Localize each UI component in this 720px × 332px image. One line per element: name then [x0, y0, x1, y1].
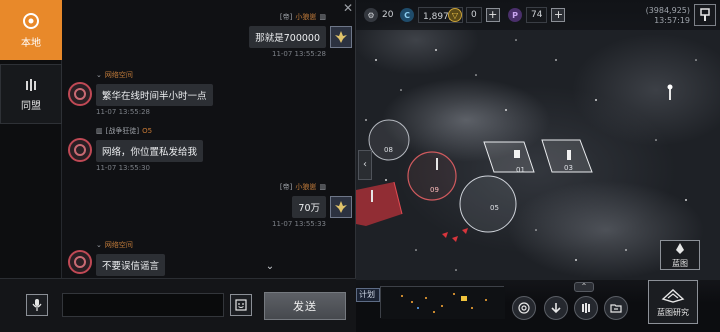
- planet-label: 03: [564, 164, 573, 172]
- message-bubble[interactable]: 70万: [292, 196, 326, 218]
- gold-icon: ▽: [448, 8, 462, 22]
- crystal-value: 74: [531, 10, 543, 20]
- planet-label: 09: [430, 186, 439, 194]
- chat-message-input[interactable]: [62, 293, 224, 317]
- energy-value: 20: [382, 10, 394, 20]
- avatar-ring-icon: [74, 144, 86, 156]
- download-button[interactable]: [544, 296, 568, 320]
- galaxy-button[interactable]: [512, 296, 536, 320]
- alliance-button[interactable]: [574, 296, 598, 320]
- chevron-down-icon: ⌄: [96, 241, 102, 249]
- list-item: ⌄ 网络空间 繁华在线时间半小时一点 11-07 13:55:28: [96, 70, 213, 116]
- minimap[interactable]: [380, 286, 505, 319]
- folder-icon: [610, 304, 622, 313]
- message-time: 11-07 13:55:28: [271, 50, 326, 58]
- message-time: 11-07 13:55:33: [271, 220, 326, 228]
- alliance-icon: [582, 303, 590, 313]
- sender-name[interactable]: 小狼崽: [295, 12, 316, 22]
- message-time: 11-07 13:55:28: [96, 108, 151, 116]
- alliance-icon: ▥: [96, 127, 103, 135]
- avatar[interactable]: [68, 82, 92, 106]
- gold-value: 0: [471, 10, 477, 20]
- emoji-button[interactable]: [230, 294, 252, 316]
- game-screen: 08 09 05 01 03 ⚙ 20 C 1,897万 ▽ 0 + P 74 …: [0, 0, 720, 332]
- ship-emblem-icon: [335, 201, 347, 213]
- plan-tab[interactable]: 计划: [356, 288, 380, 302]
- map-coordinates: (3984,925) 13:57:19: [646, 6, 690, 26]
- clock-text: 13:57:19: [654, 16, 690, 25]
- resource-crystal: P 74 +: [508, 6, 566, 24]
- collapse-chat-handle[interactable]: ‹: [358, 150, 372, 180]
- avatar[interactable]: [68, 138, 92, 162]
- local-icon: [23, 12, 39, 29]
- emoji-icon: [235, 299, 247, 311]
- minimap-canvas: [381, 287, 505, 319]
- alliance-icon: [26, 78, 36, 91]
- sender-name[interactable]: 小狼崽: [295, 182, 316, 192]
- credits-icon: C: [400, 8, 414, 22]
- message-bubble[interactable]: 不要误信谣言: [96, 254, 166, 276]
- message-time: 11-07 13:55:30: [96, 164, 151, 172]
- list-item: [帝] 小狼崽 ▥ 那就是700000 11-07 13:55:28: [249, 12, 326, 58]
- list-item: [帝] 小狼崽 ▥ 70万 11-07 13:55:33: [272, 182, 326, 228]
- message-bubble[interactable]: 网络，你位置私发给我: [96, 140, 204, 162]
- map-marker-button[interactable]: [694, 4, 716, 26]
- tab-alliance[interactable]: 同盟: [0, 64, 62, 124]
- alliance-icon: ▥: [319, 183, 326, 191]
- blueprint-label: 蓝图: [672, 258, 688, 268]
- sender-name[interactable]: O5: [142, 127, 152, 135]
- chat-panel: 本地 同盟 ✕ [帝] 小狼崽 ▥ 那就是700000 11-07 13:55:…: [0, 0, 356, 332]
- sender-tag: [帝]: [279, 183, 293, 191]
- avatar-ring-icon: [74, 88, 86, 100]
- avatar[interactable]: [330, 26, 352, 48]
- coordinates-text: (3984,925): [645, 6, 690, 15]
- message-bubble[interactable]: 那就是700000: [249, 26, 326, 48]
- tab-alliance-label: 同盟: [21, 100, 41, 112]
- list-item: ⌄ 网络空间 不要误信谣言: [96, 240, 166, 276]
- send-button-label: 发送: [293, 300, 317, 313]
- planet-label: 05: [490, 204, 499, 212]
- planet-label: 01: [516, 166, 525, 174]
- add-gold-button[interactable]: +: [485, 8, 500, 22]
- message-list[interactable]: [帝] 小狼崽 ▥ 那就是700000 11-07 13:55:28 ⌄ 网络空…: [62, 0, 356, 278]
- ship-emblem-icon: [335, 31, 347, 43]
- blueprint-button[interactable]: 蓝图: [660, 240, 700, 270]
- avatar[interactable]: [330, 196, 352, 218]
- expand-toolbar-button[interactable]: ⌃: [574, 282, 594, 292]
- add-crystal-button[interactable]: +: [551, 8, 566, 22]
- folder-button[interactable]: [604, 296, 628, 320]
- blueprint-research-label: 蓝图研究: [657, 307, 689, 317]
- message-bubble[interactable]: 繁华在线时间半小时一点: [96, 84, 213, 106]
- planet-label: 08: [384, 146, 393, 154]
- alliance-icon: ▥: [319, 13, 326, 21]
- voice-button[interactable]: [26, 294, 48, 316]
- blueprint-research-icon: [661, 288, 685, 303]
- crystal-icon: P: [508, 8, 522, 22]
- galaxy-icon: [518, 302, 530, 314]
- marker-icon: [700, 8, 710, 21]
- list-item: ▥ [战争狂徒] O5 网络，你位置私发给我 11-07 13:55:30: [96, 126, 204, 172]
- tab-local-label: 本地: [21, 37, 41, 49]
- chevron-down-icon: ⌄: [96, 71, 102, 79]
- sender-name[interactable]: 网络空间: [105, 240, 133, 250]
- resource-energy: ⚙ 20: [364, 6, 393, 24]
- avatar[interactable]: [68, 250, 92, 274]
- arrow-down-icon: [551, 303, 561, 314]
- resource-gold: ▽ 0 +: [448, 6, 500, 24]
- blueprint-icon: [676, 242, 684, 254]
- sender-name[interactable]: 网络空间: [105, 70, 133, 80]
- send-button[interactable]: 发送: [264, 292, 346, 320]
- avatar-ring-icon: [74, 256, 86, 268]
- tab-local[interactable]: 本地: [0, 0, 62, 60]
- sender-tag: [帝]: [279, 13, 293, 21]
- microphone-icon: [32, 299, 42, 311]
- sender-tag: [战争狂徒]: [105, 127, 140, 135]
- blueprint-research-button[interactable]: 蓝图研究: [648, 280, 698, 324]
- scroll-down-button[interactable]: ⌄: [263, 262, 277, 272]
- energy-icon: ⚙: [364, 8, 378, 22]
